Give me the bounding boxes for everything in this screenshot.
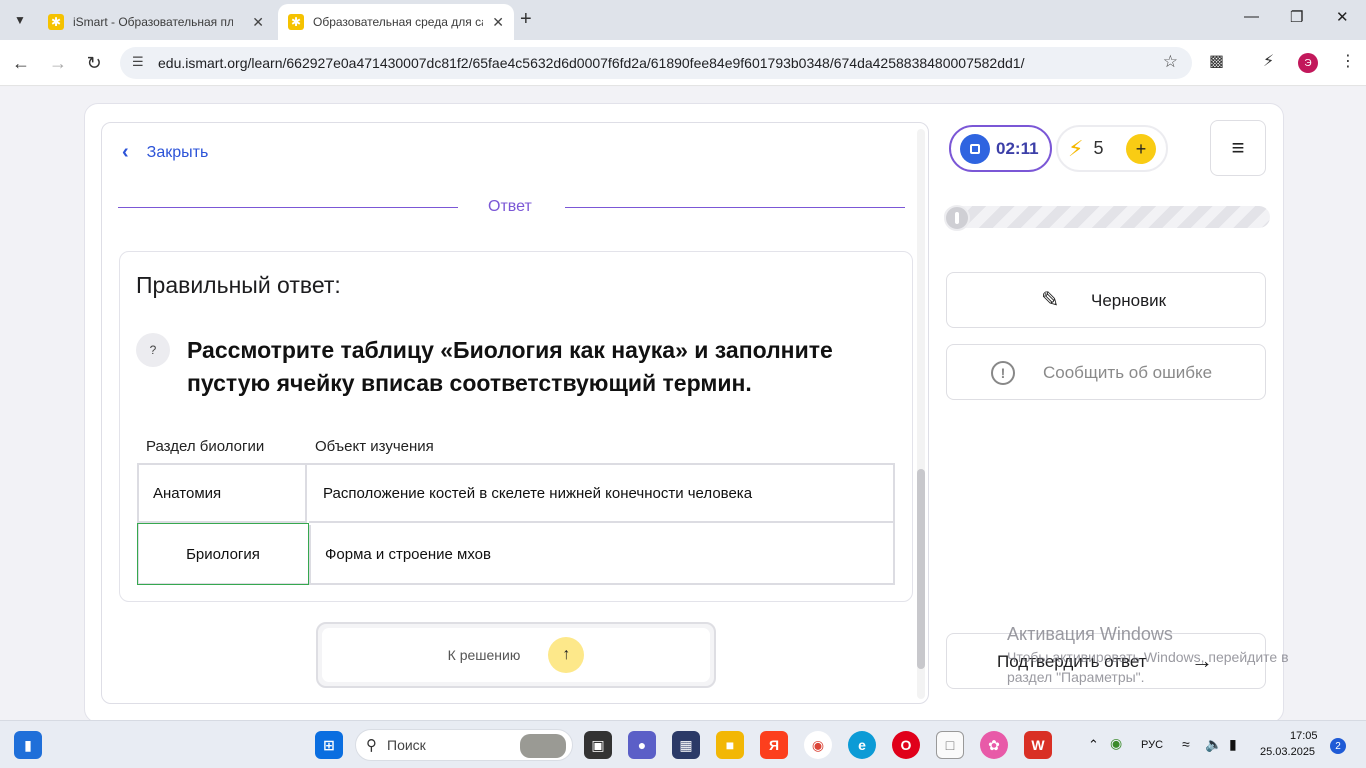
table-cell: Анатомия [139, 465, 307, 523]
profile-avatar[interactable]: Э [1298, 53, 1318, 73]
table-header-object: Объект изучения [315, 438, 434, 455]
browser-tab-ismart[interactable]: ✱ iSmart - Образовательная пла ✕ [38, 4, 274, 40]
lightning-icon: ⚡ [1068, 135, 1084, 161]
pencil-icon: ✎ [1041, 287, 1060, 312]
back-arrow-icon[interactable]: ← [8, 50, 34, 76]
performance-icon[interactable]: ⚡ [1263, 51, 1274, 71]
draft-button[interactable]: ✎ Черновик [946, 272, 1266, 328]
answer-card: ‹ Закрыть Ответ Правильный ответ: ? Расс… [101, 122, 929, 704]
chrome-icon[interactable]: ◉ [804, 731, 832, 759]
yandex-browser-icon[interactable]: Я [760, 731, 788, 759]
correct-answer-box: Правильный ответ: ? Рассмотрите таблицу … [119, 251, 913, 602]
arrow-right-icon: → [1191, 648, 1213, 673]
progress-bar [944, 205, 1270, 231]
colorful-app-icon[interactable]: ✿ [980, 731, 1008, 759]
table-cell: Форма и строение мхов [309, 525, 893, 583]
chevron-left-icon: ‹ [122, 141, 129, 163]
energy-count: 5 [1093, 138, 1104, 158]
edge-icon[interactable]: e [848, 731, 876, 759]
report-label: Сообщить об ошибке [1043, 363, 1213, 382]
section-label: Ответ [488, 198, 532, 215]
search-highlight-image [520, 734, 566, 758]
bookmark-star-icon[interactable]: ☆ [1163, 52, 1178, 72]
opera-icon[interactable]: O [892, 731, 920, 759]
browser-tab-strip: ▼ ✱ iSmart - Образовательная пла ✕ ✱ Обр… [0, 0, 1366, 40]
wps-office-icon[interactable]: W [1024, 731, 1052, 759]
task-view-icon[interactable]: ▣ [584, 731, 612, 759]
blank-document-icon[interactable]: □ [936, 731, 964, 759]
tray-overflow-chevron-icon[interactable]: ⌃ [1088, 737, 1099, 753]
tray-app-icon[interactable]: ◉ [1110, 735, 1122, 752]
biology-table: Анатомия Расположение костей в скелете н… [137, 463, 895, 585]
section-divider-right [565, 207, 905, 208]
to-solution-label: К решению [447, 647, 521, 663]
extensions-puzzle-icon[interactable]: ▩ [1209, 51, 1224, 71]
section-divider-left [118, 207, 458, 208]
clock-time[interactable]: 17:05 [1290, 730, 1318, 742]
ismart-favicon-icon: ✱ [48, 14, 64, 30]
ismart-favicon-icon: ✱ [288, 14, 304, 30]
tab-search-button[interactable]: ▼ [6, 6, 34, 34]
menu-lines-icon: ≡ [1231, 135, 1245, 160]
new-tab-button[interactable]: + [520, 8, 532, 31]
table-cell: Расположение костей в скелете нижней кон… [309, 465, 893, 523]
minimize-window-icon[interactable]: — [1244, 8, 1259, 25]
reload-icon[interactable]: ↻ [81, 50, 107, 76]
question-text: Рассмотрите таблицу «Биология как наука»… [187, 337, 833, 396]
close-label: Закрыть [146, 143, 209, 161]
to-solution-button[interactable]: К решению ↑ [316, 622, 716, 688]
clock-date[interactable]: 25.03.2025 [1260, 746, 1315, 758]
taskbar-search[interactable]: ⚲ Поиск [355, 729, 573, 761]
stop-icon[interactable] [960, 133, 990, 164]
start-windows-icon[interactable]: ⊞ [315, 731, 343, 759]
confirm-answer-button[interactable]: Подтвердить ответ → [946, 633, 1266, 689]
timer-value: 02:11 [996, 138, 1039, 158]
arrow-up-icon: ↑ [548, 637, 585, 673]
forward-arrow-icon[interactable]: → [45, 50, 71, 76]
chevron-down-icon: ▼ [14, 13, 26, 27]
windows-taskbar: ▮ ⊞ ⚲ Поиск ▣ ● ▦ ■ Я ◉ e O □ ✿ W ⌃ ◉ РУ… [0, 720, 1366, 768]
close-link[interactable]: ‹ Закрыть [122, 141, 208, 164]
question-mark-icon: ? [136, 333, 170, 367]
search-icon: ⚲ [366, 737, 377, 754]
widgets-icon[interactable]: ▮ [14, 731, 42, 759]
answer-title: Правильный ответ: [136, 272, 341, 298]
browser-tab-active[interactable]: ✱ Образовательная среда для са ✕ [278, 4, 514, 40]
report-error-button[interactable]: ! Сообщить об ошибке [946, 344, 1266, 400]
wifi-icon[interactable]: ≈ [1182, 736, 1190, 752]
confirm-label: Подтвердить ответ [997, 652, 1147, 671]
browser-menu-icon[interactable]: ⋮ [1340, 51, 1356, 71]
url-text[interactable]: edu.ismart.org/learn/662927e0a471430007d… [158, 55, 1024, 71]
answer-cell-correct: Бриология [137, 523, 309, 585]
file-explorer-icon[interactable]: ■ [716, 731, 744, 759]
browser-toolbar: ← → ↻ ☰ edu.ismart.org/learn/662927e0a47… [0, 40, 1366, 86]
teams-chat-icon[interactable]: ● [628, 731, 656, 759]
site-settings-icon[interactable]: ☰ [132, 54, 144, 70]
close-tab-icon[interactable]: ✕ [252, 14, 264, 31]
close-tab-icon[interactable]: ✕ [492, 14, 504, 31]
battery-icon[interactable]: ▮ [1229, 736, 1237, 753]
address-bar[interactable]: ☰ edu.ismart.org/learn/662927e0a47143000… [120, 47, 1192, 79]
calendar-app-icon[interactable]: ▦ [672, 731, 700, 759]
volume-icon[interactable]: 🔈 [1205, 736, 1222, 753]
add-energy-button[interactable]: + [1126, 134, 1156, 164]
table-header-section: Раздел биологии [146, 438, 265, 455]
tab-title: iSmart - Образовательная пла [73, 15, 233, 29]
draft-label: Черновик [1091, 291, 1167, 310]
card-scrollbar[interactable] [917, 129, 925, 699]
progress-knob [944, 205, 970, 231]
language-indicator[interactable]: РУС [1141, 739, 1163, 751]
scrollbar-thumb[interactable] [917, 469, 925, 669]
notification-badge[interactable]: 2 [1330, 738, 1346, 754]
alert-circle-icon: ! [991, 361, 1015, 385]
tab-title: Образовательная среда для са [313, 15, 483, 29]
close-window-icon[interactable]: ✕ [1336, 8, 1349, 26]
menu-button[interactable]: ≡ [1210, 120, 1266, 176]
timer-pill[interactable]: 02:11 [949, 125, 1052, 172]
restore-window-icon[interactable]: ❐ [1290, 8, 1303, 26]
energy-pill: ⚡ 5 + [1056, 125, 1168, 172]
search-label: Поиск [387, 737, 426, 753]
